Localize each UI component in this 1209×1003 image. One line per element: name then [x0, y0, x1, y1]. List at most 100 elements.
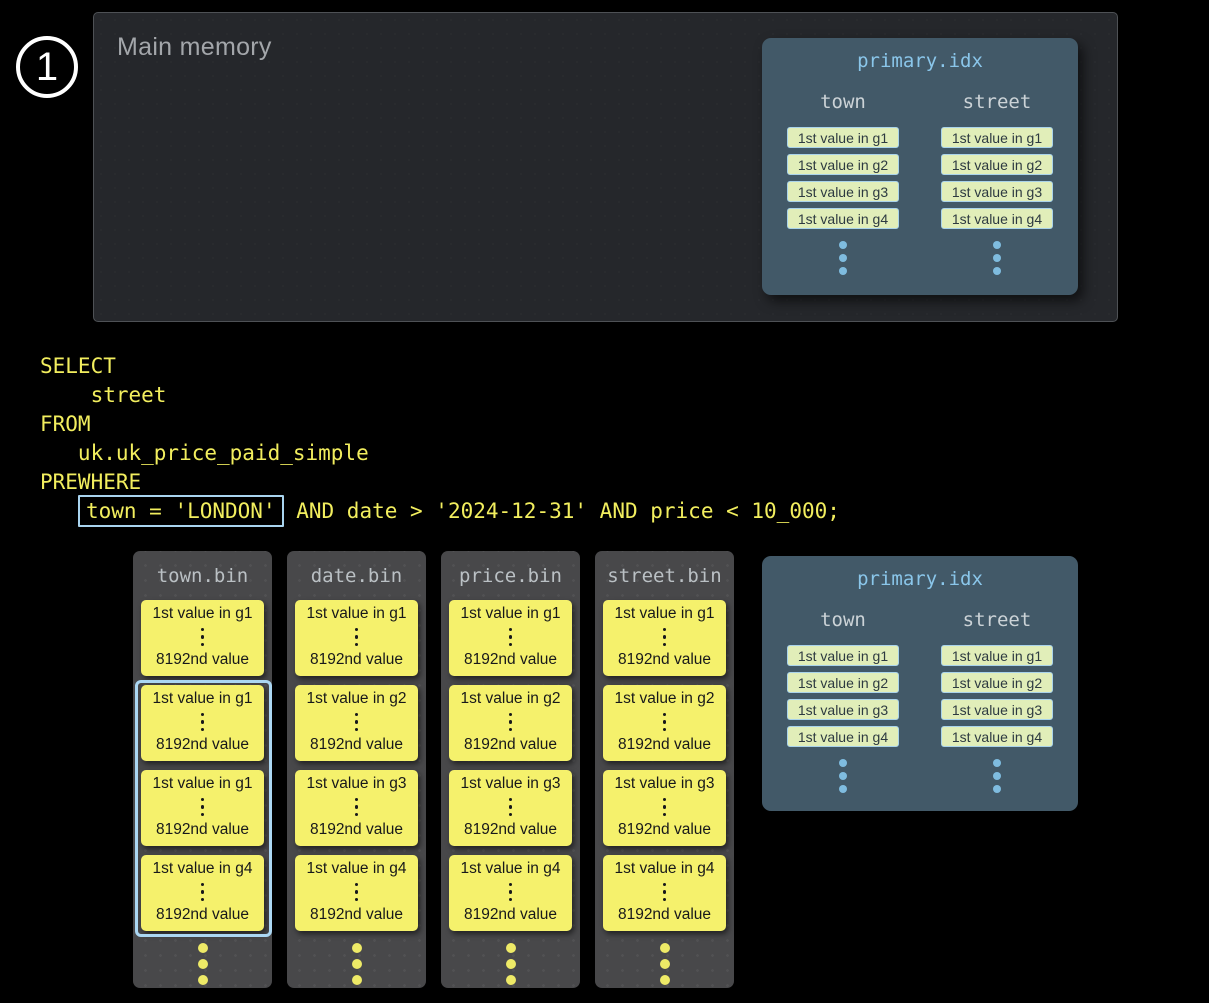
- index-entry: 1st value in g2: [787, 154, 899, 175]
- ellipsis-dots: [355, 798, 359, 817]
- index-entry: 1st value in g3: [941, 181, 1053, 202]
- primary-index-title: primary.idx: [762, 50, 1078, 72]
- ellipsis-dots: [355, 713, 359, 732]
- index-entry: 1st value in g1: [787, 127, 899, 148]
- ellipsis-dots: [509, 713, 513, 732]
- date-granules: 1st value in g1 8192nd value 1st value i…: [287, 588, 426, 931]
- granule-first-value: 1st value in g3: [307, 775, 407, 793]
- index-street-entries: 1st value in g1 1st value in g2 1st valu…: [941, 645, 1053, 747]
- index-column-town-header: town: [787, 90, 899, 114]
- granule-first-value: 1st value in g1: [153, 605, 253, 623]
- granule-block: 1st value in g1 8192nd value: [141, 600, 264, 676]
- granule-first-value: 1st value in g1: [307, 605, 407, 623]
- index-entry: 1st value in g4: [787, 208, 899, 229]
- granule-block: 1st value in g2 8192nd value: [603, 685, 726, 761]
- ellipsis-dots: [941, 241, 1053, 275]
- index-town-entries: 1st value in g1 1st value in g2 1st valu…: [787, 127, 899, 229]
- granule-block: 1st value in g1 8192nd value: [295, 600, 418, 676]
- granule-block: 1st value in g4 8192nd value: [449, 855, 572, 931]
- sql-line-street: street: [40, 383, 166, 407]
- index-entry: 1st value in g3: [787, 699, 899, 720]
- granule-last-value: 8192nd value: [464, 906, 557, 924]
- granule-first-value: 1st value in g2: [615, 690, 715, 708]
- granule-first-value: 1st value in g1: [615, 605, 715, 623]
- ellipsis-dots: [133, 943, 272, 985]
- bin-file-price-title: price.bin: [441, 564, 580, 588]
- granule-last-value: 8192nd value: [310, 821, 403, 839]
- ellipsis-dots: [509, 883, 513, 902]
- bin-file-date: date.bin 1st value in g1 8192nd value 1s…: [287, 551, 426, 988]
- primary-index-panel-disk: primary.idx town 1st value in g1 1st val…: [762, 556, 1078, 811]
- ellipsis-dots: [663, 713, 667, 732]
- ellipsis-dots: [787, 241, 899, 275]
- sql-line-select: SELECT: [40, 354, 116, 378]
- ellipsis-dots: [663, 798, 667, 817]
- granule-first-value: 1st value in g2: [307, 690, 407, 708]
- granule-last-value: 8192nd value: [156, 651, 249, 669]
- sql-line-table: uk.uk_price_paid_simple: [40, 441, 369, 465]
- granule-last-value: 8192nd value: [618, 821, 711, 839]
- granule-last-value: 8192nd value: [310, 906, 403, 924]
- index-entry: 1st value in g4: [941, 726, 1053, 747]
- granule-last-value: 8192nd value: [618, 736, 711, 754]
- granule-first-value: 1st value in g4: [615, 860, 715, 878]
- index-entry: 1st value in g1: [787, 645, 899, 666]
- granule-first-value: 1st value in g4: [307, 860, 407, 878]
- primary-index-columns: town 1st value in g1 1st value in g2 1st…: [762, 90, 1078, 275]
- granule-last-value: 8192nd value: [618, 906, 711, 924]
- bin-file-street-title: street.bin: [595, 564, 734, 588]
- ellipsis-dots: [201, 628, 205, 647]
- bin-file-price: price.bin 1st value in g1 8192nd value 1…: [441, 551, 580, 988]
- primary-index-columns: town 1st value in g1 1st value in g2 1st…: [762, 608, 1078, 793]
- granule-block: 1st value in g3 8192nd value: [603, 770, 726, 846]
- selected-granules-highlight: [135, 680, 272, 937]
- granule-block: 1st value in g3 8192nd value: [295, 770, 418, 846]
- sql-indent: [40, 499, 78, 523]
- index-column-town: town 1st value in g1 1st value in g2 1st…: [787, 608, 899, 793]
- granule-last-value: 8192nd value: [464, 651, 557, 669]
- granule-block: 1st value in g2 8192nd value: [449, 685, 572, 761]
- ellipsis-dots: [355, 883, 359, 902]
- ellipsis-dots: [509, 798, 513, 817]
- granule-first-value: 1st value in g4: [461, 860, 561, 878]
- granule-last-value: 8192nd value: [618, 651, 711, 669]
- street-granules: 1st value in g1 8192nd value 1st value i…: [595, 588, 734, 931]
- bin-file-town-title: town.bin: [133, 564, 272, 588]
- primary-index-panel-memory: primary.idx town 1st value in g1 1st val…: [762, 38, 1078, 295]
- granule-block: 1st value in g1 8192nd value: [449, 600, 572, 676]
- granule-first-value: 1st value in g3: [615, 775, 715, 793]
- granule-first-value: 1st value in g3: [461, 775, 561, 793]
- index-column-street-header: street: [941, 608, 1053, 632]
- index-entry: 1st value in g2: [941, 672, 1053, 693]
- bin-file-date-title: date.bin: [287, 564, 426, 588]
- ellipsis-dots: [287, 943, 426, 985]
- granule-last-value: 8192nd value: [310, 651, 403, 669]
- index-entry: 1st value in g4: [941, 208, 1053, 229]
- index-town-entries: 1st value in g1 1st value in g2 1st valu…: [787, 645, 899, 747]
- index-street-entries: 1st value in g1 1st value in g2 1st valu…: [941, 127, 1053, 229]
- granule-block: 1st value in g4 8192nd value: [295, 855, 418, 931]
- index-column-town-header: town: [787, 608, 899, 632]
- ellipsis-dots: [663, 883, 667, 902]
- granule-first-value: 1st value in g1: [461, 605, 561, 623]
- main-memory-title: Main memory: [117, 33, 272, 62]
- sql-line-from: FROM: [40, 412, 91, 436]
- sql-query: SELECT street FROM uk.uk_price_paid_simp…: [40, 352, 840, 526]
- index-entry: 1st value in g2: [941, 154, 1053, 175]
- ellipsis-dots: [441, 943, 580, 985]
- index-entry: 1st value in g1: [941, 127, 1053, 148]
- bin-file-street: street.bin 1st value in g1 8192nd value …: [595, 551, 734, 988]
- sql-line-prewhere: PREWHERE: [40, 470, 141, 494]
- index-column-street: street 1st value in g1 1st value in g2 1…: [941, 608, 1053, 793]
- sql-line-predicates-rest: AND date > '2024-12-31' AND price < 10_0…: [284, 499, 840, 523]
- ellipsis-dots: [663, 628, 667, 647]
- index-entry: 1st value in g2: [787, 672, 899, 693]
- index-column-street: street 1st value in g1 1st value in g2 1…: [941, 90, 1053, 275]
- price-granules: 1st value in g1 8192nd value 1st value i…: [441, 588, 580, 931]
- step-number-badge: 1: [16, 36, 78, 98]
- index-entry: 1st value in g1: [941, 645, 1053, 666]
- granule-block: 1st value in g1 8192nd value: [603, 600, 726, 676]
- index-column-town: town 1st value in g1 1st value in g2 1st…: [787, 90, 899, 275]
- index-entry: 1st value in g3: [787, 181, 899, 202]
- ellipsis-dots: [787, 759, 899, 793]
